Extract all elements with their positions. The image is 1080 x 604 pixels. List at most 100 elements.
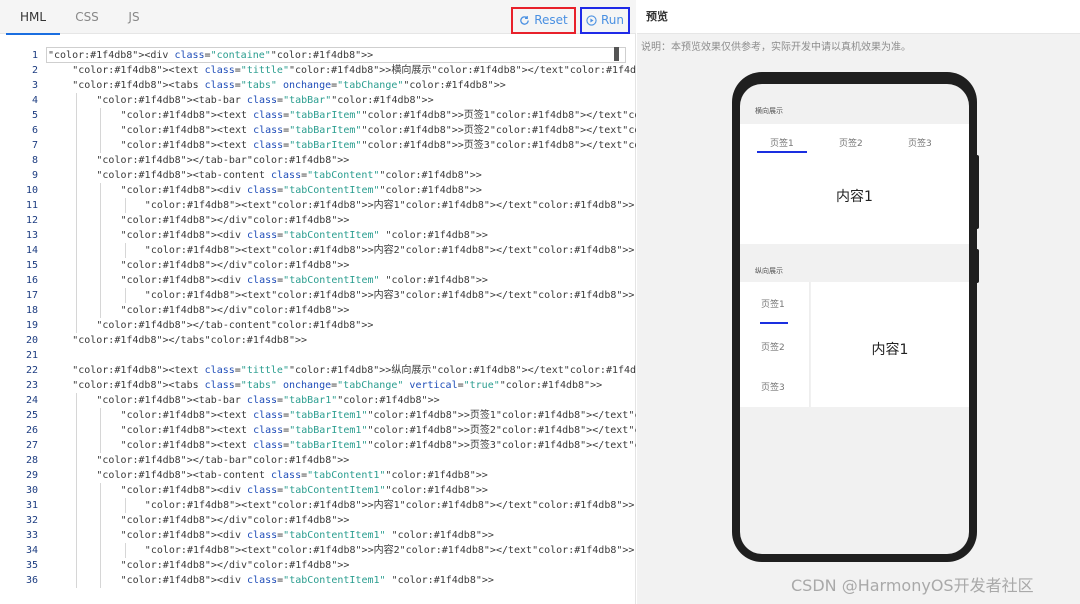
phone-frame: 横向展示 页签1 页签2 页签3 内容1 纵向展示 页签1 页签2 页签3 内容… (732, 72, 977, 562)
refresh-icon (520, 16, 530, 25)
code-line: 2 "color:#1f4db8"><text class="tittle""co… (0, 63, 636, 78)
code-line: 30 "color:#1f4db8"><div class="tabContent… (0, 483, 636, 498)
code-text: "color:#1f4db8"><text class="tittle""col… (72, 365, 636, 376)
code-text: "color:#1f4db8"></tab-content"color:#1f4… (96, 320, 374, 331)
indent-guide (100, 528, 102, 543)
indent-guide (76, 153, 78, 168)
indent-guide (76, 573, 78, 588)
code-line: 35 "color:#1f4db8"></div"color:#1f4db8">> (0, 558, 636, 573)
line-number: 24 (25, 395, 38, 406)
line-number: 21 (25, 350, 38, 361)
code-line: 13 "color:#1f4db8"><div class="tabContent… (0, 228, 636, 243)
horizontal-tab-2[interactable]: 页签2 (839, 136, 863, 149)
line-number: 5 (31, 110, 38, 121)
code-line: 36 "color:#1f4db8"><div class="tabContent… (0, 573, 636, 588)
code-text: "color:#1f4db8"><div class="tabContentIt… (120, 485, 488, 496)
indent-guide (76, 168, 78, 183)
tab-js[interactable]: JS (114, 0, 154, 34)
line-number: 13 (25, 230, 38, 241)
indent-guide (76, 438, 78, 453)
code-line: 31 "color:#1f4db8"><text"color:#1f4db8">>… (0, 498, 636, 513)
reset-button[interactable]: Reset (511, 7, 576, 34)
code-text: "color:#1f4db8"><tabs class="tabs" oncha… (72, 380, 603, 391)
vertical-tab-3[interactable]: 页签3 (761, 380, 785, 393)
tab-css[interactable]: CSS (66, 0, 108, 34)
line-number: 6 (31, 125, 38, 136)
horizontal-tab-1[interactable]: 页签1 (770, 136, 794, 149)
code-line: 18 "color:#1f4db8"></div"color:#1f4db8">> (0, 303, 636, 318)
indent-guide (100, 183, 102, 198)
file-tab-bar: HML CSS JS Reset Run (0, 0, 636, 35)
line-number: 25 (25, 410, 38, 421)
vertical-tab-1[interactable]: 页签1 (761, 297, 785, 310)
indent-guide (100, 288, 102, 303)
indent-guide (76, 543, 78, 558)
tab-hml[interactable]: HML (6, 0, 60, 35)
indent-guide (76, 138, 78, 153)
preview-title: 预览 (646, 10, 668, 23)
indent-guide (76, 183, 78, 198)
indent-guide (100, 198, 102, 213)
indent-guide (124, 243, 126, 258)
indent-guide (76, 393, 78, 408)
line-number: 27 (25, 440, 38, 451)
code-area[interactable]: 1 "color:#1f4db8"><div class="containe""c… (0, 40, 636, 604)
indent-guide (76, 288, 78, 303)
horizontal-title: 横向展示 (755, 107, 783, 115)
code-line: 25 "color:#1f4db8"><text class="tabBarIte… (0, 408, 636, 423)
indent-guide (76, 123, 78, 138)
preview-note: 说明：本预览效果仅供参考，实际开发中请以真机效果为准。 (641, 42, 911, 53)
run-button[interactable]: Run (580, 7, 630, 34)
code-line: 5 "color:#1f4db8"><text class="tabBarItem… (0, 108, 636, 123)
code-text: "color:#1f4db8"><tab-bar class="tabBar""… (96, 95, 434, 106)
vertical-tab-content: 内容1 (811, 282, 969, 407)
line-number: 3 (31, 80, 38, 91)
indent-guide (124, 288, 126, 303)
indent-guide (76, 468, 78, 483)
code-editor-pane: HML CSS JS Reset Run 1 "color:#1f4db8"><d… (0, 0, 636, 604)
horizontal-content-text: 内容1 (836, 189, 873, 205)
code-line: 27 "color:#1f4db8"><text class="tabBarIte… (0, 438, 636, 453)
indent-guide (100, 483, 102, 498)
vertical-tab-2[interactable]: 页签2 (761, 340, 785, 353)
code-line: 1 "color:#1f4db8"><div class="containe""c… (0, 48, 636, 63)
code-line: 29 "color:#1f4db8"><tab-content class="ta… (0, 468, 636, 483)
code-line: 20 "color:#1f4db8"></tabs"color:#1f4db8">… (0, 333, 636, 348)
code-line: 9 "color:#1f4db8"><tab-content class="tab… (0, 168, 636, 183)
play-circle-icon (586, 15, 597, 26)
vertical-content-text: 内容1 (871, 342, 909, 358)
indent-guide (100, 138, 102, 153)
line-number: 20 (25, 335, 38, 346)
line-number: 11 (25, 200, 38, 211)
line-number: 29 (25, 470, 38, 481)
horizontal-tab-content: 内容1 (740, 158, 969, 244)
watermark: CSDN @HarmonyOS开发者社区 (791, 576, 1034, 595)
line-number: 10 (25, 185, 38, 196)
line-number: 26 (25, 425, 38, 436)
indent-guide (100, 258, 102, 273)
indent-guide (76, 528, 78, 543)
code-text: "color:#1f4db8"><tab-content class="tabC… (96, 170, 482, 181)
code-text: "color:#1f4db8"><div class="tabContentIt… (120, 185, 482, 196)
code-text: "color:#1f4db8"><text"color:#1f4db8">>内容… (144, 245, 635, 256)
indent-guide (100, 243, 102, 258)
indent-guide (76, 498, 78, 513)
line-number: 17 (25, 290, 38, 301)
indent-guide (100, 303, 102, 318)
line-number: 16 (25, 275, 38, 286)
indent-guide (124, 198, 126, 213)
code-line: 3 "color:#1f4db8"><tabs class="tabs" onch… (0, 78, 636, 93)
line-number: 7 (31, 140, 38, 151)
code-text: "color:#1f4db8"><text class="tabBarItem"… (120, 110, 636, 121)
line-number: 18 (25, 305, 38, 316)
horizontal-tab-3[interactable]: 页签3 (908, 136, 932, 149)
code-text: "color:#1f4db8"></div"color:#1f4db8">> (120, 560, 350, 571)
code-text: "color:#1f4db8"><tab-content class="tabC… (96, 470, 488, 481)
code-text: "color:#1f4db8"><div class="tabContentIt… (120, 575, 494, 586)
code-line: 16 "color:#1f4db8"><div class="tabContent… (0, 273, 636, 288)
line-number: 30 (25, 485, 38, 496)
line-number: 19 (25, 320, 38, 331)
code-line: 8 "color:#1f4db8"></tab-bar"color:#1f4db8… (0, 153, 636, 168)
code-line: 12 "color:#1f4db8"></div"color:#1f4db8">> (0, 213, 636, 228)
indent-guide (76, 303, 78, 318)
